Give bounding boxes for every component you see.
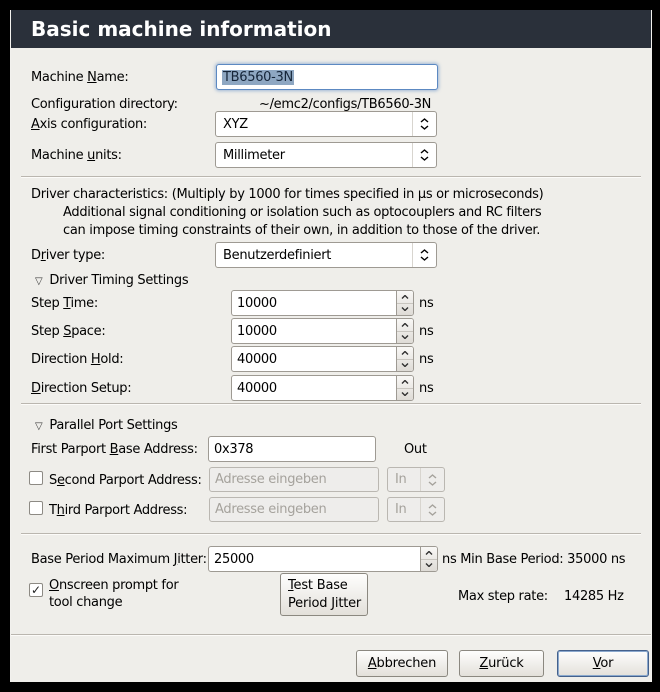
expander-triangle-icon: ▽ [35,421,42,432]
machine-units-select[interactable]: Millimeter [215,142,437,168]
config-directory-label: Configuration directory: [31,96,178,113]
driver-type-label: Driver type: [31,247,105,264]
base-jitter-value: 25000 [209,547,420,571]
step-time-unit: ns [419,295,433,312]
machine-units-value: Millimeter [223,148,285,163]
axis-configuration-label: Axis configuration: [31,116,147,133]
third-parport-label: Third Parport Address: [49,502,187,519]
direction-setup-label: Direction Setup: [31,380,131,397]
driver-timing-expander-label: Driver Timing Settings [49,273,188,288]
test-base-period-jitter-button[interactable]: Test Base Period Jitter [280,573,368,616]
tool-change-checkbox[interactable]: ✓ [29,583,43,597]
direction-hold-label: Direction Hold: [31,351,123,368]
tool-change-label-line2: tool change [49,594,122,611]
max-step-rate-label: Max step rate: [458,588,548,605]
separator [21,403,641,405]
min-base-period-note: ns Min Base Period: 35000 ns [442,551,625,568]
direction-setup-value: 40000 [232,376,396,400]
step-space-value: 10000 [232,319,396,343]
driver-note-line2: Additional signal conditioning or isolat… [63,204,541,221]
spin-up-button[interactable] [397,291,413,304]
spin-down-button[interactable] [397,389,413,401]
expander-triangle-icon: ▽ [35,276,42,287]
spin-down-button[interactable] [397,332,413,344]
checkmark-icon: ✓ [31,583,41,597]
combo-arrows-icon [412,143,436,167]
step-space-unit: ns [419,323,433,340]
driver-timing-expander[interactable]: ▽ Driver Timing Settings [35,273,188,288]
axis-configuration-select[interactable]: XYZ [215,111,437,137]
back-button[interactable]: Zurück [459,650,544,677]
first-parport-input[interactable] [208,436,376,462]
separator [21,533,641,535]
combo-arrows-icon [412,112,436,136]
step-time-label: Step Time: [31,295,98,312]
machine-name-selected-text: TB6560-3N [222,70,294,85]
second-parport-label: Second Parport Address: [49,472,202,489]
base-jitter-label: Base Period Maximum Jitter: [31,551,207,568]
spin-up-button[interactable] [397,347,413,360]
dialog-header: Basic machine information [11,10,651,48]
page-title: Basic machine information [11,17,332,41]
second-parport-direction-select: In [387,467,445,492]
base-jitter-spinbox[interactable]: 25000 [208,546,438,572]
direction-hold-value: 40000 [232,347,396,371]
third-parport-checkbox[interactable] [29,501,43,515]
direction-setup-unit: ns [419,380,433,397]
spin-down-button[interactable] [397,360,413,372]
spin-up-button[interactable] [421,547,437,560]
first-parport-label: First Parport Base Address: [31,441,198,458]
combo-arrows-icon [412,243,436,267]
third-parport-direction-value: In [395,502,406,517]
step-time-value: 10000 [232,291,396,315]
spin-down-button[interactable] [397,304,413,316]
axis-configuration-value: XYZ [223,117,248,132]
content-bottom-separator [11,634,651,636]
driver-note-line3: can impose timing constraints of their o… [63,222,540,239]
max-step-rate-value: 14285 Hz [564,588,624,605]
spin-up-button[interactable] [397,319,413,332]
direction-setup-spinbox[interactable]: 40000 [231,375,414,401]
separator [21,176,641,178]
parallel-port-expander-label: Parallel Port Settings [49,418,177,433]
spin-up-button[interactable] [397,376,413,389]
step-space-label: Step Space: [31,323,105,340]
third-parport-direction-select: In [387,497,445,522]
spin-down-button[interactable] [421,560,437,572]
direction-hold-unit: ns [419,351,433,368]
driver-type-value: Benutzerdefiniert [223,248,331,263]
tool-change-label-line1: Onscreen prompt for [49,577,178,594]
parallel-port-expander[interactable]: ▽ Parallel Port Settings [35,418,178,433]
cancel-button[interactable]: Abbrechen [356,650,448,677]
combo-arrows-icon [420,468,444,491]
first-parport-direction: Out [404,441,427,458]
machine-name-label: Machine Name: [31,69,128,86]
driver-note-line1: Driver characteristics: (Multiply by 100… [31,186,543,203]
stepconf-dialog: Basic machine information Machine Name: … [10,10,652,682]
forward-button[interactable]: Vor [557,650,649,677]
step-time-spinbox[interactable]: 10000 [231,290,414,316]
second-parport-input [209,467,379,492]
third-parport-input [209,497,379,522]
machine-units-label: Machine units: [31,147,122,164]
second-parport-checkbox[interactable] [29,471,43,485]
step-space-spinbox[interactable]: 10000 [231,318,414,344]
driver-type-select[interactable]: Benutzerdefiniert [215,242,437,268]
second-parport-direction-value: In [395,472,406,487]
combo-arrows-icon [420,498,444,521]
direction-hold-spinbox[interactable]: 40000 [231,346,414,372]
machine-name-input[interactable]: TB6560-3N [216,64,438,90]
